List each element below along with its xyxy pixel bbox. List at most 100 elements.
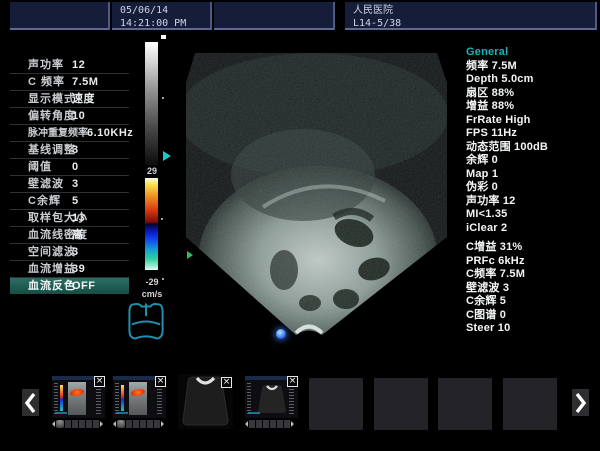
thumb-sonogram xyxy=(129,382,147,415)
param-row-c-frequency[interactable]: C 频率 7.5M xyxy=(10,74,129,91)
close-thumbnail-3-button[interactable]: × xyxy=(221,377,232,388)
empty-thumbnail-slot xyxy=(374,378,428,430)
param-label: C 频率 xyxy=(28,76,65,88)
date-text: 05/06/14 xyxy=(120,4,210,17)
param-row-color-gain[interactable]: 血流增益 39 xyxy=(10,261,129,278)
info-line: 扇区 88% xyxy=(466,87,598,101)
param-row-baseline[interactable]: 基线调整 3 xyxy=(10,142,129,159)
clipboard-scroll-right-button[interactable] xyxy=(572,389,589,416)
scale-tick xyxy=(161,218,163,220)
cine-strip-2[interactable] xyxy=(113,419,166,428)
cine-frame xyxy=(133,420,139,428)
gain-marker-arrow-icon xyxy=(163,151,171,161)
param-row-prf[interactable]: 脉冲重复频率 6.10KHz xyxy=(10,125,129,142)
time-text: 14:21:00 PM xyxy=(120,17,210,30)
param-row-spatial-filter[interactable]: 空间滤波 3 xyxy=(10,244,129,261)
param-row-flow-invert-selected[interactable]: 血流反色 OFF xyxy=(10,278,129,294)
thumb-colorbar xyxy=(121,385,124,411)
param-value: 3 xyxy=(72,176,79,192)
cine-next-icon xyxy=(100,421,103,427)
endocavity-sector-mini xyxy=(255,382,289,416)
info-line: 频率 7.5M xyxy=(466,60,598,74)
param-value: 10 xyxy=(72,108,85,124)
clipboard-scroll-left-button[interactable] xyxy=(22,389,39,416)
thumb-text-column xyxy=(247,383,251,414)
cine-frame xyxy=(126,420,132,428)
info-line: C图谱 0 xyxy=(466,309,598,323)
info-line: FrRate High xyxy=(466,114,598,128)
param-row-threshold[interactable]: 阈值 0 xyxy=(10,159,129,176)
close-thumbnail-4-button[interactable]: × xyxy=(287,376,298,387)
param-label: C余辉 xyxy=(28,195,61,207)
chevron-right-icon xyxy=(575,392,586,414)
param-value: OFF xyxy=(72,278,96,294)
info-line: 增益 88% xyxy=(466,100,598,114)
cine-frame xyxy=(56,420,64,428)
info-line: 余辉 0 xyxy=(466,154,598,168)
info-line: PRFc 6kHz xyxy=(466,255,598,269)
param-row-acoustic-power[interactable]: 声功率 12 xyxy=(10,57,129,74)
param-value: 12 xyxy=(72,57,85,73)
ultrasound-screen: 05/06/14 14:21:00 PM 人民医院 L14-5/38 声功率 1… xyxy=(0,0,600,451)
cine-frame xyxy=(154,420,160,428)
param-row-c-persistence[interactable]: C余辉 5 xyxy=(10,193,129,210)
ultrasound-image[interactable] xyxy=(168,45,458,345)
param-value: 速度 xyxy=(72,91,95,107)
param-row-line-density[interactable]: 血流线密度 高 xyxy=(10,227,129,244)
thumb-sonogram xyxy=(68,382,86,415)
thumb-text-column xyxy=(54,383,58,414)
hospital-name: 人民医院 xyxy=(353,4,595,17)
param-value: 7.5M xyxy=(72,74,98,90)
thumb-text-column xyxy=(96,383,101,414)
param-value: 0 xyxy=(72,159,79,175)
preset-title: General xyxy=(466,46,598,60)
cine-strip-1[interactable] xyxy=(52,419,105,428)
cine-next-icon xyxy=(291,421,294,427)
exam-info-box xyxy=(214,2,335,30)
param-label: 基线调整 xyxy=(28,144,76,156)
param-row-packet-size[interactable]: 取样包大小 13 xyxy=(10,210,129,227)
param-row-steer-angle[interactable]: 偏转角度 10 xyxy=(10,108,129,125)
param-value: 3 xyxy=(72,244,79,260)
cine-frame xyxy=(249,420,255,428)
empty-thumbnail-slot xyxy=(438,378,492,430)
param-value: 39 xyxy=(72,261,85,277)
parameter-sidebar: 声功率 12 C 频率 7.5M 显示模式 速度 偏转角度 10 脉冲重复频率 … xyxy=(10,57,129,294)
param-label: 壁滤波 xyxy=(28,178,64,190)
thumb-text-column xyxy=(289,383,294,414)
param-row-display-mode[interactable]: 显示模式 速度 xyxy=(10,91,129,108)
cine-frame xyxy=(86,420,92,428)
info-line: MI<1.35 xyxy=(466,208,598,222)
cine-strip-4[interactable] xyxy=(245,419,298,428)
cine-frame xyxy=(263,420,269,428)
cine-frame xyxy=(65,420,71,428)
info-line: FPS 11Hz xyxy=(466,127,598,141)
close-thumbnail-1-button[interactable]: × xyxy=(94,376,105,387)
cursor-dot xyxy=(161,35,166,39)
grayscale-bar xyxy=(145,42,158,165)
info-line: C余辉 5 xyxy=(466,295,598,309)
param-label: 阈值 xyxy=(28,161,52,173)
cine-frame xyxy=(147,420,153,428)
cine-prev-icon xyxy=(245,421,248,427)
param-value: 5 xyxy=(72,193,79,209)
cine-frame xyxy=(117,420,125,428)
cine-prev-icon xyxy=(52,421,55,427)
param-label: 声功率 xyxy=(28,59,64,71)
param-label: 偏转角度 xyxy=(28,110,76,122)
image-info-panel: General 频率 7.5M Depth 5.0cm 扇区 88% 增益 88… xyxy=(466,46,598,336)
close-thumbnail-2-button[interactable]: × xyxy=(155,376,166,387)
info-line: 动态范围 100dB xyxy=(466,141,598,155)
info-line: iClear 2 xyxy=(466,222,598,236)
thumb-body-marker xyxy=(116,412,128,414)
thumb-body-marker xyxy=(248,412,260,414)
param-value: 13 xyxy=(72,210,85,226)
param-row-wall-filter[interactable]: 壁滤波 3 xyxy=(10,176,129,193)
param-label: 脉冲重复频率 xyxy=(28,128,88,139)
body-marker-torso-icon[interactable] xyxy=(126,301,166,343)
empty-thumbnail-slot xyxy=(503,378,557,430)
thumb-body-marker xyxy=(55,412,67,414)
patient-info-box xyxy=(10,2,110,30)
thumb-text-column xyxy=(115,383,119,414)
info-line: 伪彩 0 xyxy=(466,181,598,195)
